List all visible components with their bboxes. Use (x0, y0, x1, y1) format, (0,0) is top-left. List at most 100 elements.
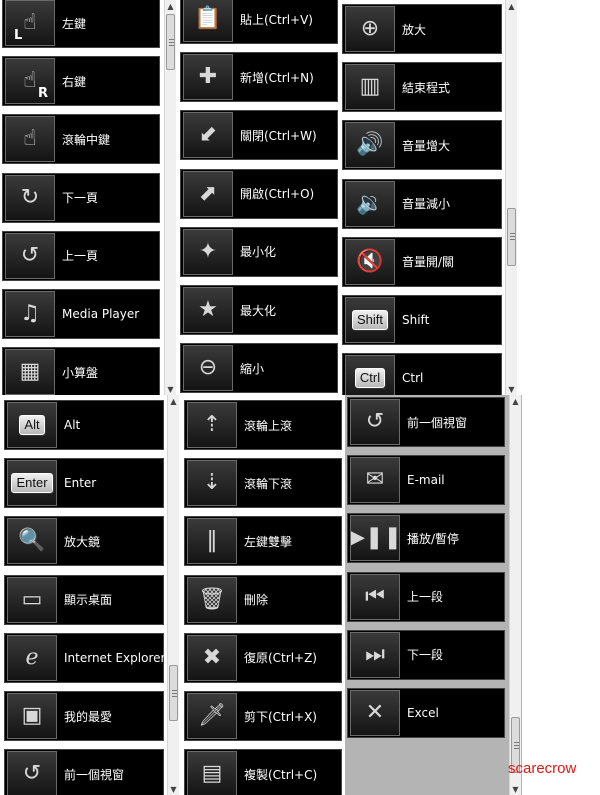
left-click-mouse-icon: ☝ L (5, 0, 55, 46)
mouse-button-letter: L (14, 28, 23, 43)
shortcut-item[interactable]: ℯ Internet Explorer (4, 632, 165, 683)
shortcut-item[interactable]: Enter Enter (4, 458, 164, 509)
icon-glyph: ✚ (198, 64, 218, 90)
shortcut-label: 前一個視窗 (64, 767, 125, 782)
shortcut-item[interactable]: ✖ 復原(Ctrl+Z) (184, 632, 342, 683)
icon-glyph: ▭ (21, 586, 43, 612)
shortcut-label: 縮小 (240, 361, 265, 376)
excel-icon: ✕ (350, 690, 400, 736)
open-box-icon: ⬈ (183, 170, 233, 217)
scroll-down-arrow-icon[interactable]: ▼ (165, 383, 176, 395)
shortcut-label: 上一段 (407, 590, 444, 605)
shortcut-item[interactable]: ⊕ 放大 (342, 4, 502, 54)
shortcut-item[interactable]: Shift Shift (342, 295, 502, 345)
icon-glyph: ⇣ (202, 470, 222, 496)
scroll-up-arrow-icon[interactable]: ▲ (510, 395, 521, 407)
shortcut-panel-bottom-left: Alt Alt Enter Enter 🔍 放大鏡 ▭ 顯示桌面 ℯ Internet Explo… (0, 395, 180, 795)
shortcut-label: 滾輪中鍵 (62, 132, 111, 147)
shortcut-item[interactable]: ⬈ 開啟(Ctrl+O) (180, 168, 338, 219)
shortcut-item[interactable]: ★ 最大化 (180, 285, 338, 335)
shortcut-item[interactable]: ▦ 小算盤 (2, 347, 160, 395)
shortcut-label: 前一個視窗 (407, 415, 468, 430)
shortcut-item[interactable]: 🔇 音量開/關 (342, 236, 502, 287)
shortcut-item[interactable]: ⇡ 滾輪上滾 (184, 400, 342, 450)
zoom-in-target-icon: ⊕ (345, 6, 395, 52)
scroll-up-arrow-icon[interactable]: ▲ (165, 0, 176, 12)
scrollbar-thumb[interactable] (169, 665, 178, 721)
icon-glyph: ▣ (21, 703, 43, 728)
shortcut-label: 最大化 (240, 303, 277, 318)
shortcut-item[interactable]: Ctrl Ctrl (342, 353, 502, 395)
icon-glyph: ▶❚❚ (350, 525, 400, 551)
scroll-down-arrow-icon[interactable]: ▼ (510, 783, 521, 795)
shortcut-item[interactable]: Alt Alt (4, 400, 164, 450)
shortcut-item[interactable]: 🗡 剪下(Ctrl+X) (184, 691, 342, 741)
shortcut-item[interactable]: 🔉 音量減小 (342, 178, 502, 229)
shortcut-item[interactable]: ✦ 最小化 (180, 226, 338, 277)
shortcut-item[interactable]: ▤ 複製(Ctrl+C) (184, 749, 342, 795)
shortcut-item[interactable]: ▣ 我的最愛 (4, 691, 164, 741)
shortcut-item[interactable]: ‖ 左鍵雙擊 (184, 516, 342, 567)
scroll-down-arrow-icon[interactable]: ▼ (506, 383, 517, 395)
shortcut-item[interactable]: ↻ 下一頁 (2, 172, 160, 223)
double-click-bullets-icon: ‖ (187, 518, 237, 565)
shortcut-item[interactable]: ☝ R 右鍵 (2, 56, 160, 107)
volume-up-icon: 🔊 (345, 122, 395, 169)
mute-toggle-icon: 🔇 (345, 238, 395, 285)
shortcut-item[interactable]: ▥ 結束程式 (342, 62, 502, 113)
favorites-chest-icon: ▣ (7, 693, 57, 739)
scrollbar-thumb[interactable] (507, 208, 516, 266)
scrollbar-top-right[interactable]: ▲ ▼ (505, 0, 517, 395)
icon-glyph: ✖ (202, 644, 222, 670)
icon-glyph: ☝ (23, 68, 37, 94)
maximize-star-icon: ★ (183, 287, 233, 333)
scroll-up-arrow-icon[interactable]: ▲ (506, 0, 517, 12)
scrollbar-thumb[interactable] (166, 14, 175, 70)
shortcut-item[interactable]: ⏮ 上一段 (347, 571, 505, 622)
icon-glyph: 🔍 (18, 528, 46, 554)
scroll-down-arrow-icon[interactable]: ▼ (168, 783, 179, 795)
shortcut-item[interactable]: ✉ E-mail (347, 455, 505, 506)
shortcut-item[interactable]: ✕ Excel (347, 688, 505, 738)
shortcut-item[interactable]: 🗑 刪除 (184, 574, 342, 625)
shortcut-item[interactable]: ↺ 上一頁 (2, 230, 160, 281)
shortcut-item[interactable]: ↺ 前一個視窗 (347, 397, 505, 447)
shortcut-item[interactable]: ☝ 滾輪中鍵 (2, 114, 160, 165)
scrollbar-bottom-left[interactable]: ▲ ▼ (167, 395, 179, 795)
volume-down-icon: 🔉 (345, 180, 395, 227)
shortcut-item[interactable]: ♫ Media Player (2, 289, 160, 339)
shortcut-label: 我的最愛 (64, 709, 113, 724)
icon-glyph: ↺ (365, 409, 385, 434)
shortcut-label: 顯示桌面 (64, 593, 113, 608)
shortcut-item[interactable]: 🔊 音量增大 (342, 120, 502, 171)
shortcut-label: 放大鏡 (64, 534, 101, 549)
shortcut-item[interactable]: ▶❚❚ 播放/暫停 (347, 513, 505, 564)
icon-glyph: ℯ (25, 644, 39, 670)
key-cap-label: Ctrl (354, 368, 386, 389)
shortcut-item[interactable]: ⇣ 滾輪下滾 (184, 458, 342, 509)
shortcut-item[interactable]: 🔍 放大鏡 (4, 516, 164, 567)
scrollbar-bottom-right[interactable]: ▲ ▼ (509, 395, 521, 795)
icon-glyph: ▤ (201, 761, 223, 787)
shortcut-label: 下一段 (407, 648, 444, 663)
shortcut-item[interactable]: ✚ 新增(Ctrl+N) (180, 52, 338, 103)
shortcut-item[interactable]: ☝ L 左鍵 (2, 0, 160, 48)
shortcut-label: 複製(Ctrl+C) (244, 767, 318, 782)
icon-glyph: ⬈ (198, 180, 218, 206)
shortcut-item[interactable]: ▭ 顯示桌面 (4, 574, 164, 625)
shortcut-item[interactable]: ⬋ 關閉(Ctrl+W) (180, 110, 338, 161)
shortcut-label: 播放/暫停 (407, 531, 460, 546)
key-cap-label: Enter (11, 473, 53, 494)
ctrl-key-icon: Ctrl (345, 355, 395, 395)
icon-glyph: ♫ (20, 301, 40, 326)
scroll-up-arrow-icon[interactable]: ▲ (168, 395, 179, 407)
icon-glyph: 🔉 (356, 190, 384, 216)
next-page-icon: ↻ (5, 174, 55, 221)
shortcut-item[interactable]: ⊖ 縮小 (180, 343, 338, 394)
shortcut-label: Enter (64, 476, 97, 491)
shortcut-item[interactable]: ↺ 前一個視窗 (4, 749, 164, 795)
shortcut-item[interactable]: ⏭ 下一段 (347, 629, 505, 680)
icon-glyph: ↺ (20, 242, 40, 268)
shortcut-item[interactable]: 📋 貼上(Ctrl+V) (180, 0, 338, 44)
scrollbar-top-left[interactable]: ▲ ▼ (164, 0, 176, 395)
